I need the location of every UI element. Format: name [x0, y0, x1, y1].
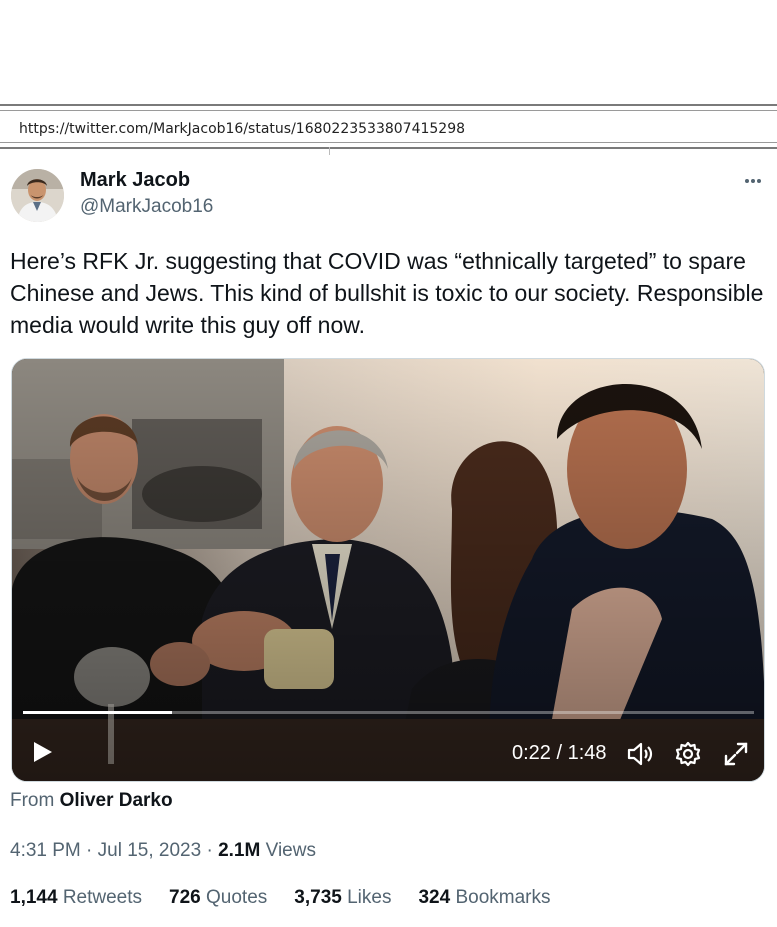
quotes-count: 726 [169, 887, 201, 908]
address-bar-divider [329, 147, 330, 155]
tweet-date[interactable]: Jul 15, 2023 [98, 840, 202, 861]
bookmarks-stat[interactable]: 324 Bookmarks [418, 887, 550, 909]
author-name[interactable]: Mark Jacob [80, 169, 190, 192]
meta-dot: · [206, 840, 213, 861]
meta-dot: · [86, 840, 93, 861]
video-current-time: 0:22 [512, 742, 551, 764]
video-duration: 1:48 [567, 742, 607, 764]
avatar-image [11, 169, 64, 222]
video-source: From Oliver Darko [10, 790, 173, 812]
quotes-stat[interactable]: 726 Quotes [169, 887, 267, 909]
address-bar[interactable]: https://twitter.com/MarkJacob16/status/1… [0, 104, 777, 155]
play-icon[interactable] [28, 737, 56, 767]
url-text[interactable]: https://twitter.com/MarkJacob16/status/1… [19, 121, 465, 137]
quotes-label: Quotes [206, 887, 268, 908]
source-name[interactable]: Oliver Darko [60, 790, 173, 811]
tweet-text: Here’s RFK Jr. suggesting that COVID was… [10, 248, 764, 338]
tweet-metadata: 4:31 PM · Jul 15, 2023 · 2.1M Views [10, 840, 316, 862]
volume-icon[interactable] [625, 739, 655, 769]
views-count: 2.1M [218, 840, 261, 861]
retweets-label: Retweets [62, 887, 143, 908]
bookmarks-count: 324 [418, 887, 451, 908]
retweets-stat[interactable]: 1,144 Retweets [10, 887, 142, 909]
fullscreen-icon[interactable] [721, 739, 751, 769]
more-icon[interactable] [740, 170, 766, 192]
video-time: 0:22 / 1:48 [512, 742, 607, 765]
video-time-separator: / [556, 742, 563, 764]
likes-stat[interactable]: 3,735 Likes [294, 887, 391, 909]
tweet-time[interactable]: 4:31 PM [10, 840, 81, 861]
settings-icon[interactable] [673, 739, 703, 769]
bookmarks-label: Bookmarks [455, 887, 551, 908]
source-prefix: From [10, 790, 55, 811]
video-player[interactable]: 0:22 / 1:48 [11, 358, 765, 782]
avatar[interactable] [11, 169, 64, 222]
likes-count: 3,735 [294, 887, 342, 908]
tweet-stats: 1,144 Retweets 726 Quotes 3,735 Likes 32… [10, 887, 577, 909]
likes-label: Likes [347, 887, 392, 908]
video-progress-bar[interactable] [23, 711, 754, 714]
author-handle[interactable]: @MarkJacob16 [80, 196, 213, 218]
video-progress-fill [23, 711, 172, 714]
retweets-count: 1,144 [10, 887, 58, 908]
video-frame [12, 359, 764, 781]
views-label: Views [265, 840, 316, 861]
